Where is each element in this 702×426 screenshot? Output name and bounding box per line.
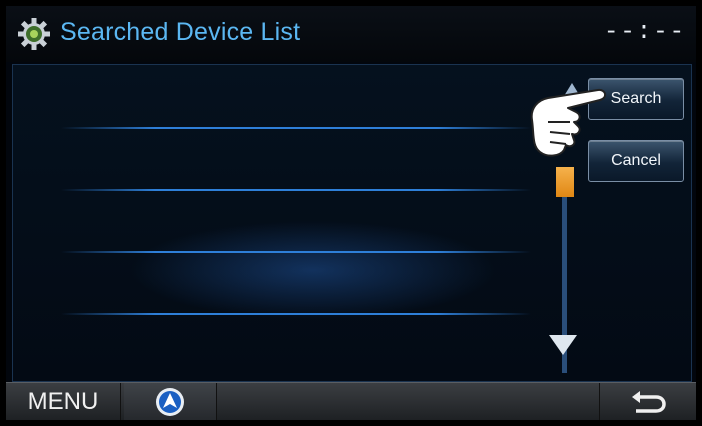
back-icon [632,391,666,413]
clock-display: --:-- [603,19,686,46]
footer-bar: MENU [6,382,696,420]
list-row-divider [61,189,531,191]
gear-icon[interactable] [16,16,52,52]
list-row-divider [61,127,531,129]
page-title: Searched Device List [60,18,301,46]
pointing-hand-icon [530,88,606,157]
arrow-down-icon[interactable] [549,335,577,355]
list-row-divider [61,313,531,315]
list-row-divider [61,251,531,253]
scrollbar-thumb[interactable] [556,167,574,197]
device-screen: Searched Device List --:-- Search Cancel… [6,6,696,420]
navigation-button[interactable] [124,383,217,420]
menu-button[interactable]: MENU [6,383,121,420]
navigation-icon [156,388,184,416]
header-bar: Searched Device List --:-- [6,6,696,62]
back-button[interactable] [599,383,696,420]
